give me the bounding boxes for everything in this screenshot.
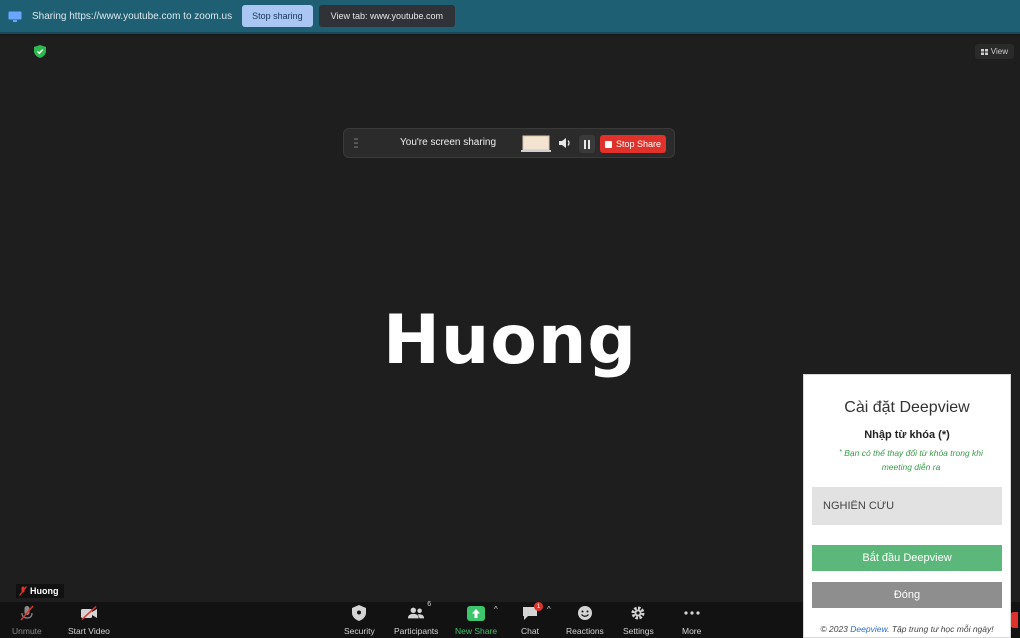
shared-screen-thumbnail[interactable]	[521, 135, 551, 153]
pause-icon	[584, 139, 590, 149]
pause-share-button[interactable]	[579, 135, 595, 153]
new-share-button[interactable]: New Share	[455, 604, 497, 636]
unmute-label: Unmute	[12, 626, 42, 636]
hint-text: Bạn có thể thay đổi từ khóa trong khi me…	[844, 448, 983, 472]
screen-sharing-control-pill: You're screen sharing Stop Share	[343, 128, 675, 158]
security-shield-icon	[350, 604, 368, 622]
unmute-button[interactable]: Unmute	[12, 604, 42, 636]
stop-share-label: Stop Share	[615, 139, 662, 149]
view-layout-button[interactable]: View	[974, 44, 1014, 59]
hint-asterisk: *	[839, 449, 842, 456]
chat-unread-badge: 1	[534, 602, 543, 611]
more-dots-icon	[683, 604, 701, 622]
participants-button[interactable]: 6 Participants	[394, 601, 439, 636]
share-status-text: Sharing https://www.youtube.com to zoom.…	[32, 10, 233, 22]
grid-view-icon	[980, 48, 988, 55]
keyword-hint-text: * Bạn có thể thay đổi từ khóa trong khi …	[826, 446, 996, 474]
security-button[interactable]: Security	[344, 604, 375, 636]
footer-copyright: © 2023	[820, 624, 851, 634]
stop-icon	[604, 140, 612, 148]
monitor-share-icon	[8, 11, 22, 22]
chat-button[interactable]: 1 Chat	[521, 602, 543, 636]
chat-label: Chat	[521, 626, 539, 636]
gear-icon	[629, 604, 647, 622]
deepview-footer: © 2023 Deepview. Tập trung tư học mỗi ng…	[804, 624, 1010, 634]
screen-share-bar: Sharing https://www.youtube.com to zoom.…	[0, 0, 1020, 34]
reactions-button[interactable]: Reactions	[566, 604, 604, 636]
participants-label: Participants	[394, 626, 439, 636]
view-label: View	[990, 47, 1008, 56]
deepview-link[interactable]: Deepview	[850, 624, 887, 634]
stop-share-button[interactable]: Stop Share	[600, 135, 666, 153]
start-deepview-button[interactable]: Bắt đầu Deepview	[812, 545, 1002, 571]
reaction-smiley-icon	[576, 604, 594, 622]
more-label: More	[682, 626, 702, 636]
settings-label: Settings	[623, 626, 654, 636]
security-label: Security	[344, 626, 375, 636]
new-share-options-chevron-icon[interactable]: ^	[494, 605, 498, 614]
video-off-icon	[80, 604, 98, 622]
screen-sharing-label: You're screen sharing	[400, 137, 497, 148]
keyword-field-label: Nhập từ khóa (*)	[864, 429, 950, 441]
chat-bubble-icon: 1	[521, 602, 543, 622]
stop-sharing-button[interactable]: Stop sharing	[242, 5, 313, 27]
share-arrow-icon	[467, 604, 486, 622]
participant-name-display: Huong	[382, 301, 638, 380]
participant-name-tag: Huong	[16, 584, 64, 598]
deepview-settings-panel: Cài đặt Deepview Nhập từ khóa (*) * Bạn …	[803, 374, 1011, 638]
deepview-panel-title: Cài đặt Deepview	[844, 399, 970, 416]
new-share-label: New Share	[455, 626, 498, 636]
speaker-icon[interactable]	[558, 137, 572, 149]
start-video-button[interactable]: Start Video	[68, 604, 110, 636]
keyword-input[interactable]	[812, 487, 1002, 525]
encryption-shield-icon[interactable]	[34, 45, 46, 58]
muted-mic-icon	[19, 586, 27, 596]
reactions-label: Reactions	[566, 626, 604, 636]
start-video-label: Start Video	[68, 626, 110, 636]
settings-button[interactable]: Settings	[623, 604, 654, 636]
chat-options-chevron-icon[interactable]: ^	[547, 605, 551, 614]
participants-count: 6	[427, 601, 432, 608]
drag-handle-icon[interactable]	[354, 138, 358, 148]
view-tab-button[interactable]: View tab: www.youtube.com	[318, 5, 456, 27]
more-button[interactable]: More	[682, 604, 701, 636]
footer-slogan: . Tập trung tư học mỗi ngày!	[887, 624, 994, 634]
close-deepview-button[interactable]: Đóng	[812, 582, 1002, 608]
end-meeting-edge-button[interactable]	[1010, 612, 1018, 628]
name-tag-label: Huong	[30, 586, 59, 596]
participants-icon: 6	[407, 601, 431, 622]
muted-microphone-icon	[18, 604, 36, 622]
